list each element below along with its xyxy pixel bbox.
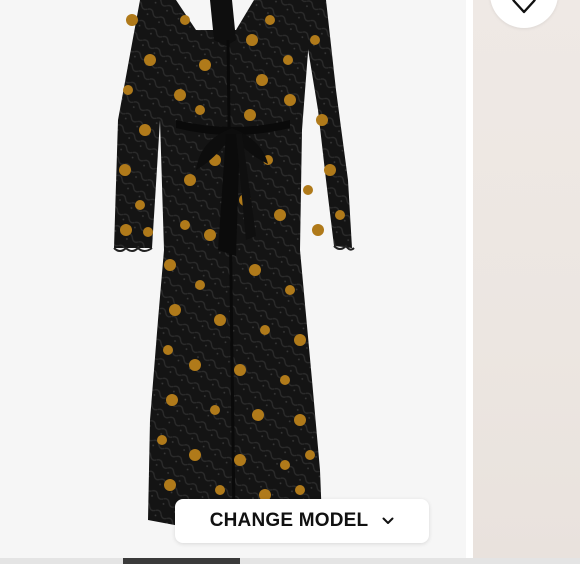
page-bottom-area xyxy=(0,564,580,580)
change-model-label: CHANGE MODEL xyxy=(209,510,369,531)
heart-outline-icon xyxy=(512,0,536,14)
product-gallery: CHANGE MODEL xyxy=(0,0,580,580)
chevron-down-icon xyxy=(382,517,394,524)
product-image-next[interactable] xyxy=(473,0,580,558)
change-model-button[interactable]: CHANGE MODEL xyxy=(175,499,429,543)
image-divider xyxy=(466,0,473,558)
dress-illustration xyxy=(113,0,355,530)
product-image-main[interactable] xyxy=(0,0,466,558)
